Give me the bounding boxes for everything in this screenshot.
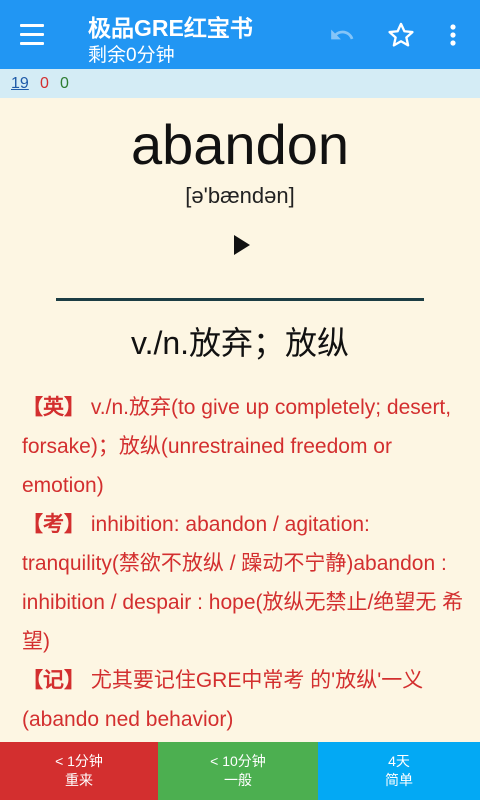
- again-label: 重来: [65, 772, 93, 788]
- good-interval: < 10分钟: [210, 753, 266, 769]
- english-tag: 【英】: [22, 396, 85, 419]
- easy-label: 简单: [385, 772, 413, 788]
- review-counts-bar: 19 0 0: [0, 69, 480, 98]
- good-label: 一般: [224, 772, 252, 788]
- answer-buttons: < 1分钟 重来 < 10分钟 一般 4天 简单: [0, 742, 480, 800]
- divider: [56, 298, 424, 301]
- again-button[interactable]: < 1分钟 重来: [0, 742, 158, 800]
- english-text: v./n.放弃(to give up completely; desert, f…: [22, 396, 452, 497]
- learning-count: 0: [40, 75, 49, 92]
- play-audio-icon[interactable]: [230, 232, 254, 258]
- app-bar: 极品GRE红宝书 剩余0分钟: [0, 0, 480, 69]
- word-details: 【英】 v./n.放弃(to give up completely; deser…: [22, 388, 468, 739]
- good-button[interactable]: < 10分钟 一般: [158, 742, 318, 800]
- easy-button[interactable]: 4天 简单: [318, 742, 480, 800]
- exam-note: 【考】 inhibition: abandon / agitation: tra…: [22, 505, 468, 661]
- phonetic: [ə'bændən]: [185, 183, 295, 208]
- more-vert-icon[interactable]: [436, 18, 470, 52]
- again-interval: < 1分钟: [55, 753, 103, 769]
- app-title: 极品GRE红宝书: [88, 15, 253, 41]
- new-count[interactable]: 19: [11, 75, 29, 93]
- memory-note: 【记】 尤其要记住GRE中常考 的'放纵'一义(abando ned behav…: [22, 661, 468, 739]
- exam-tag: 【考】: [22, 513, 85, 536]
- star-outline-icon[interactable]: [384, 18, 418, 52]
- time-remaining: 剩余0分钟: [88, 45, 175, 66]
- meaning: v./n.放弃；放纵: [130, 325, 350, 361]
- headword: abandon: [130, 113, 349, 176]
- review-count: 0: [60, 75, 69, 92]
- easy-interval: 4天: [388, 753, 410, 769]
- menu-icon[interactable]: [16, 18, 48, 50]
- memo-tag: 【记】: [22, 669, 85, 692]
- exam-text: inhibition: abandon / agitation: tranqui…: [22, 513, 464, 653]
- undo-icon[interactable]: [325, 18, 359, 52]
- english-definition: 【英】 v./n.放弃(to give up completely; deser…: [22, 388, 468, 505]
